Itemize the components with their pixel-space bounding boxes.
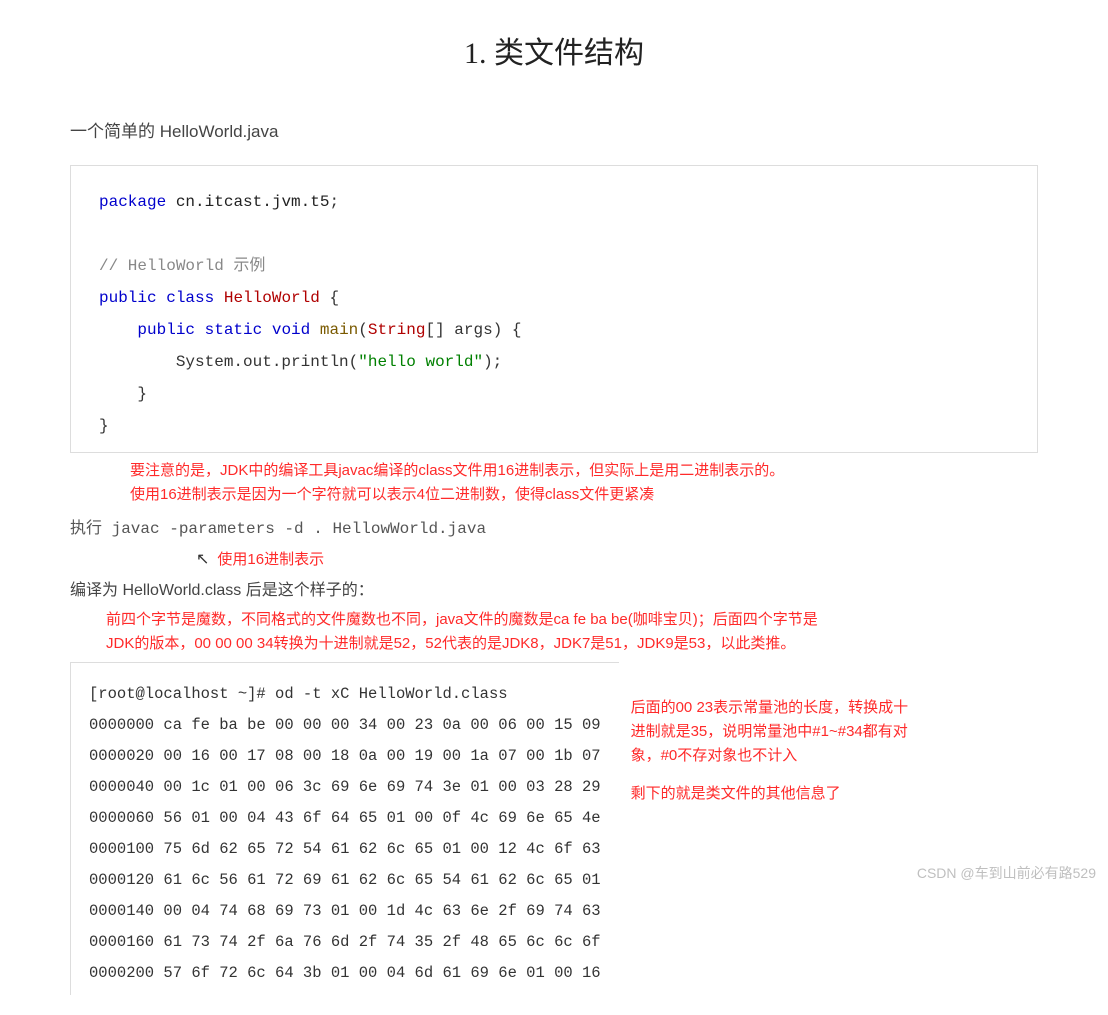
annotation-1b: 使用16进制表示是因为一个字符就可以表示4位二进制数，使得class文件更紧凑: [130, 483, 1038, 507]
hex-section: [root@localhost ~]# od -t xC HelloWorld.…: [70, 662, 1038, 995]
cursor-row: ↖ 使用16进制表示: [196, 547, 1038, 573]
hex-prompt: [root@localhost ~]# od -t xC HelloWorld.…: [89, 685, 508, 703]
annotation-hex: 使用16进制表示: [217, 548, 324, 572]
side-note-2: 剩下的就是类文件的其他信息了: [631, 782, 921, 806]
hex-row: 0000020 00 16 00 17 08 00 18 0a 00 19 00…: [89, 747, 601, 765]
annotation-2b: JDK的版本，00 00 00 34转换为十进制就是52，52代表的是JDK8，…: [106, 632, 1038, 656]
annotation-block-1: 要注意的是，JDK中的编译工具javac编译的class文件用16进制表示，但实…: [130, 459, 1038, 507]
annotation-2a: 前四个字节是魔数，不同格式的文件魔数也不同，java文件的魔数是ca fe ba…: [106, 608, 1038, 632]
compile-command: 执行 javac -parameters -d . HellowWorld.ja…: [70, 517, 1038, 543]
keyword-static: static: [205, 321, 263, 339]
keyword-public2: public: [137, 321, 195, 339]
class-name: HelloWorld: [224, 289, 320, 307]
side-annotations: 后面的00 23表示常量池的长度，转换成十进制就是35，说明常量池中#1~#34…: [631, 662, 921, 995]
package-name: cn.itcast.jvm.t5: [176, 193, 330, 211]
result-label: 编译为 HelloWorld.class 后是这个样子的：: [70, 578, 1038, 604]
hex-dump: [root@localhost ~]# od -t xC HelloWorld.…: [70, 662, 619, 995]
string-hello: "hello world": [358, 353, 483, 371]
side-note-1: 后面的00 23表示常量池的长度，转换成十进制就是35，说明常量池中#1~#34…: [631, 696, 921, 768]
hex-row: 0000140 00 04 74 68 69 73 01 00 1d 4c 63…: [89, 902, 601, 920]
sysout: System.out.println: [176, 353, 349, 371]
code-block: package cn.itcast.jvm.t5; // HelloWorld …: [70, 165, 1038, 453]
cursor-icon: ↖: [196, 547, 209, 573]
hex-row: 0000000 ca fe ba be 00 00 00 34 00 23 0a…: [89, 716, 601, 734]
method-main: main: [320, 321, 358, 339]
type-string: String: [368, 321, 426, 339]
hex-row: 0000200 57 6f 72 6c 64 3b 01 00 04 6d 61…: [89, 964, 601, 982]
page-title: 1. 类文件结构: [70, 30, 1038, 78]
annotation-1a: 要注意的是，JDK中的编译工具javac编译的class文件用16进制表示，但实…: [130, 459, 1038, 483]
hex-row: 0000060 56 01 00 04 43 6f 64 65 01 00 0f…: [89, 809, 601, 827]
hex-row: 0000100 75 6d 62 65 72 54 61 62 6c 65 01…: [89, 840, 601, 858]
keyword-class: class: [166, 289, 214, 307]
watermark: CSDN @车到山前必有路529: [917, 862, 1096, 884]
code-comment: // HelloWorld 示例: [99, 257, 265, 275]
keyword-void: void: [272, 321, 310, 339]
param-args: args: [454, 321, 492, 339]
keyword-package: package: [99, 193, 166, 211]
annotation-block-2: 前四个字节是魔数，不同格式的文件魔数也不同，java文件的魔数是ca fe ba…: [106, 608, 1038, 656]
hex-row: 0000160 61 73 74 2f 6a 76 6d 2f 74 35 2f…: [89, 933, 601, 951]
hex-row: 0000120 61 6c 56 61 72 69 61 62 6c 65 54…: [89, 871, 601, 889]
intro-text: 一个简单的 HelloWorld.java: [70, 118, 1038, 145]
hex-row: 0000040 00 1c 01 00 06 3c 69 6e 69 74 3e…: [89, 778, 601, 796]
keyword-public: public: [99, 289, 157, 307]
